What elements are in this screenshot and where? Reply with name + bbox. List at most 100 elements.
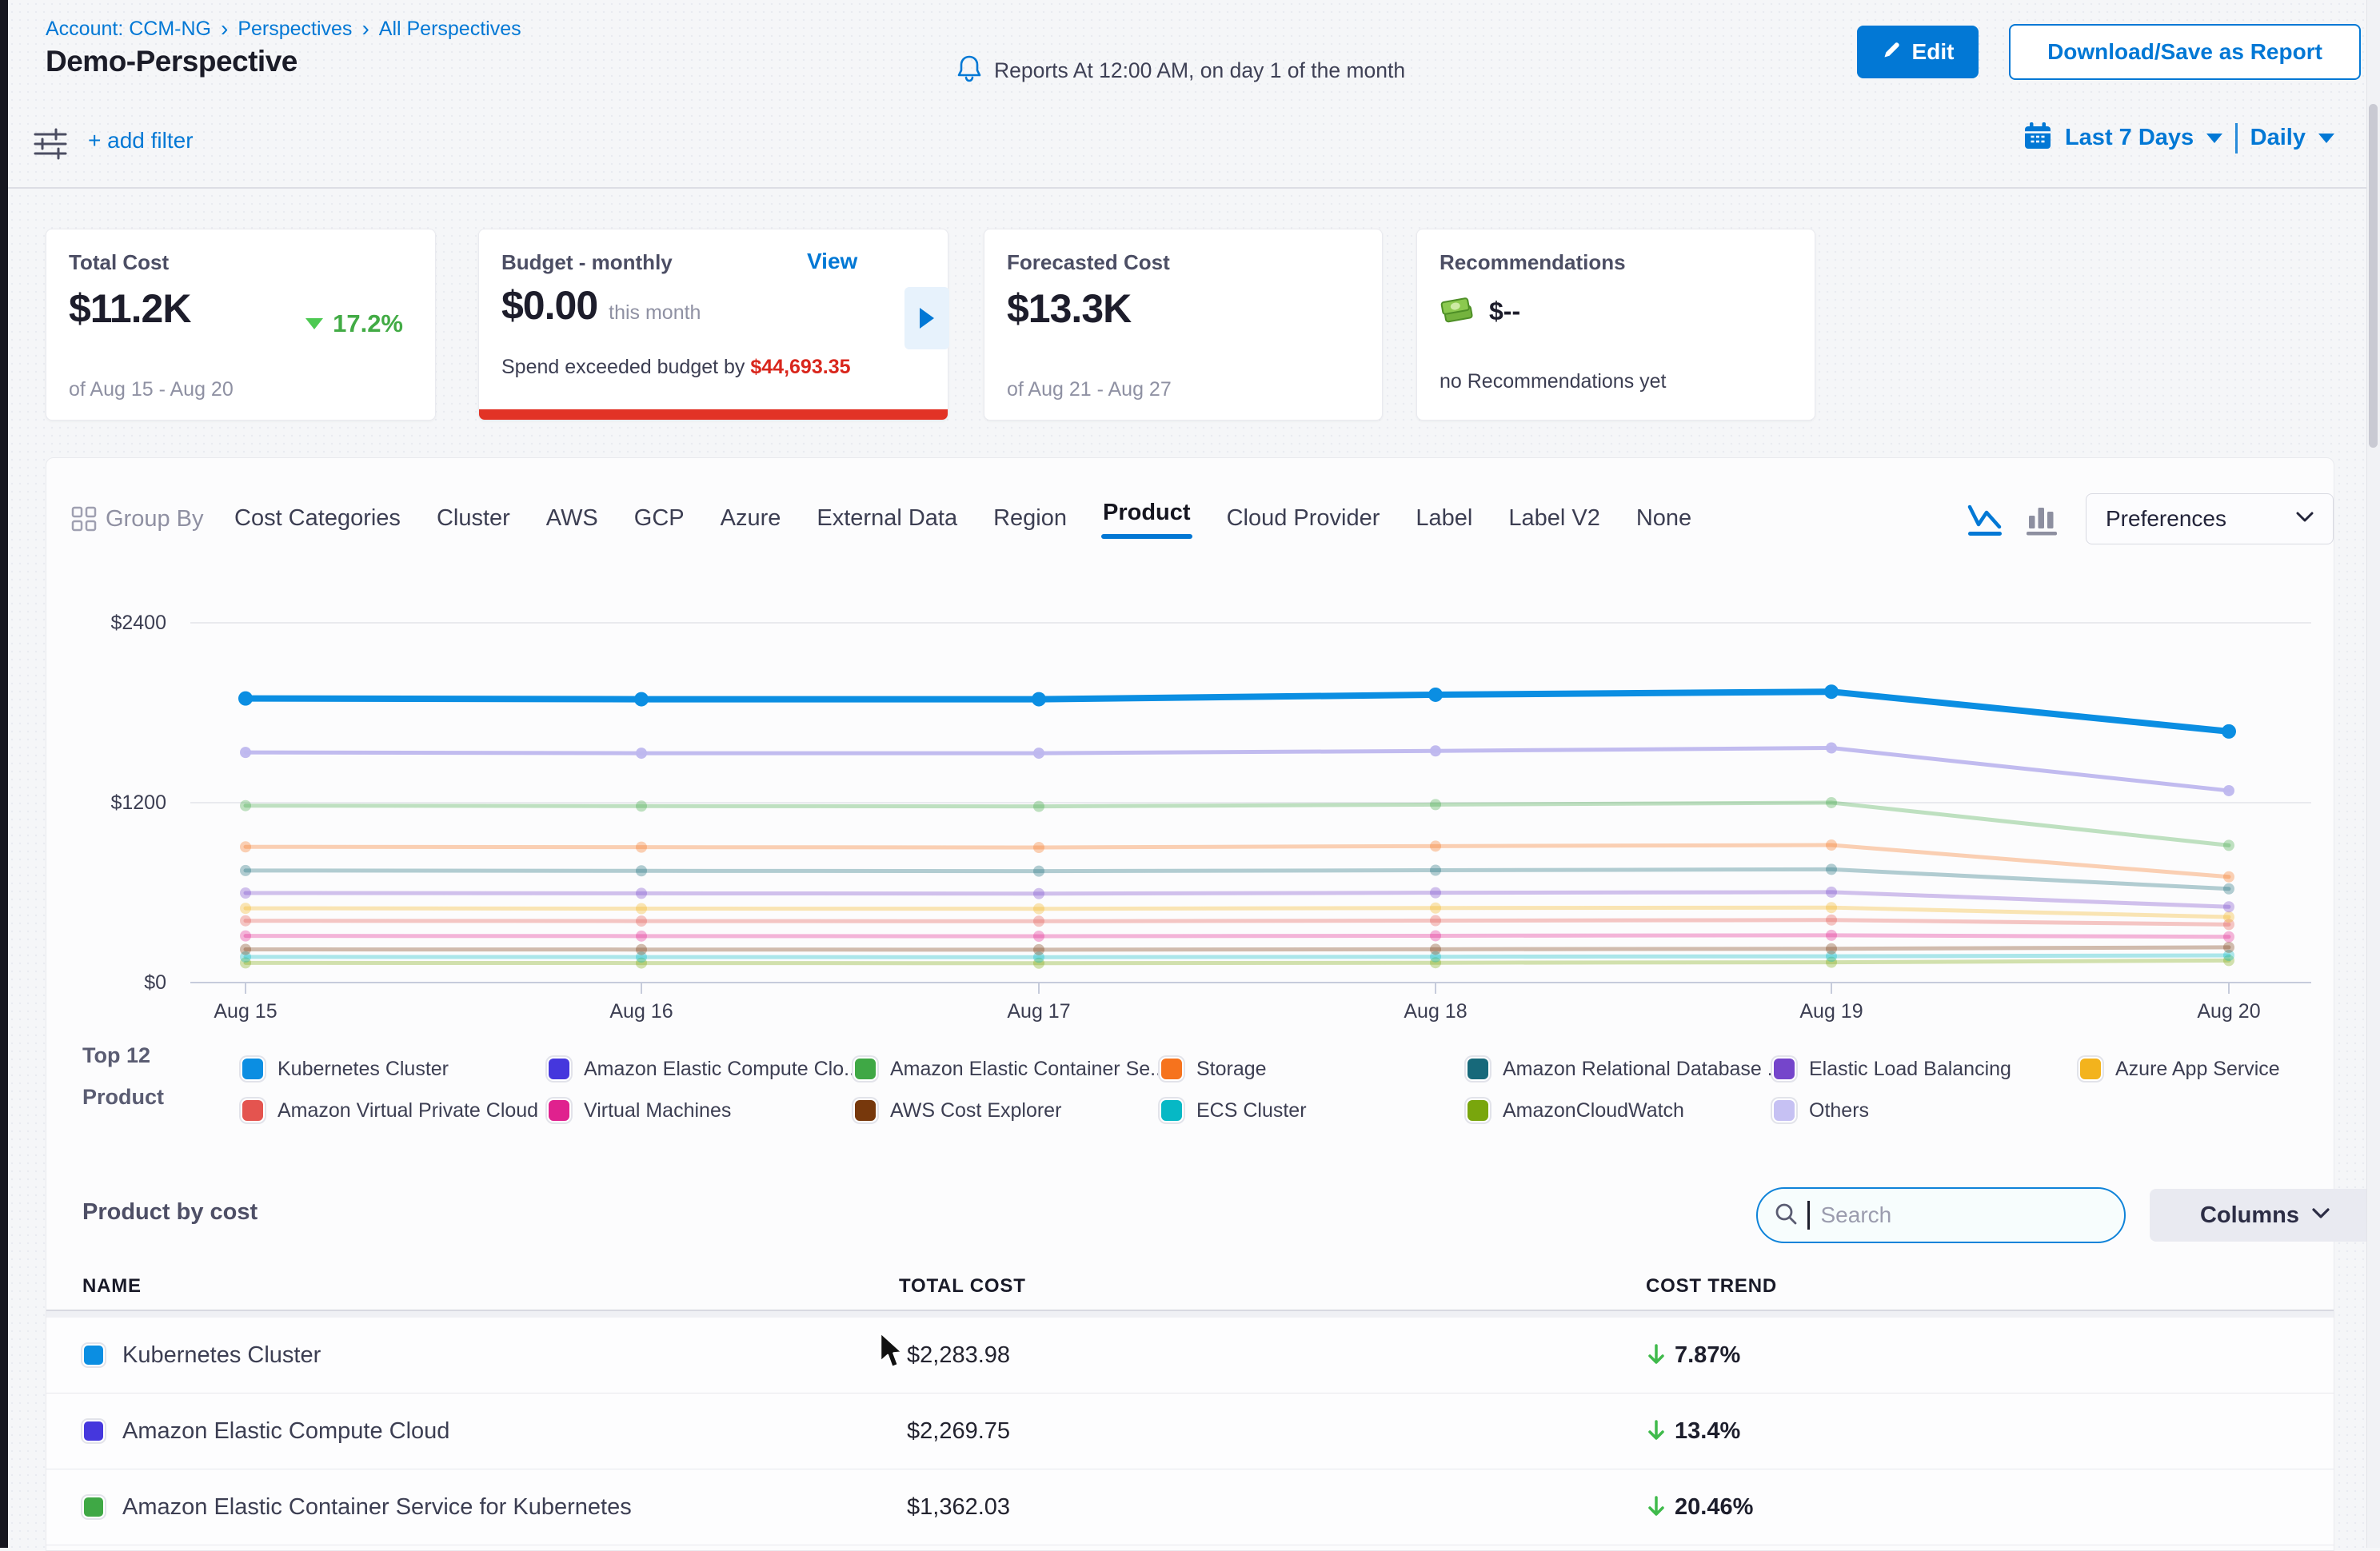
budget-exceeded-text: Spend exceeded budget by $44,693.35 <box>501 356 851 379</box>
chart-point-others <box>240 747 251 758</box>
chart-point-kubernetes-cluster <box>634 692 649 707</box>
total-cost-value: $11.2K <box>69 285 190 332</box>
search-box[interactable] <box>1756 1187 2126 1243</box>
x-axis-line <box>190 982 2311 983</box>
budget-progress-bar <box>479 409 948 420</box>
legend-item-storage[interactable]: Storage <box>1160 1051 1466 1086</box>
preferences-button[interactable]: Preferences <box>2086 493 2334 544</box>
legend-item-azure-app-service[interactable]: Azure App Service <box>2079 1051 2380 1086</box>
tab-region[interactable]: Region <box>993 505 1067 532</box>
legend-item-amazon-virtual-private-cloud[interactable]: Amazon Virtual Private Cloud <box>241 1093 547 1128</box>
tab-label-v2[interactable]: Label V2 <box>1508 505 1600 532</box>
bell-icon <box>956 54 982 87</box>
tab-cluster[interactable]: Cluster <box>437 505 510 532</box>
legend-title: Product <box>82 1085 164 1110</box>
chart-point-amazon-elastic-container-se <box>1430 799 1441 810</box>
breadcrumb-account[interactable]: Account: CCM-NG <box>46 18 211 41</box>
total-cost-period: of Aug 15 - Aug 20 <box>69 378 234 401</box>
legend-color-chip <box>241 1098 265 1122</box>
column-header-name[interactable]: NAME <box>82 1275 142 1298</box>
triangle-down-icon <box>305 318 323 329</box>
legend-item-label: ECS Cluster <box>1196 1099 1307 1122</box>
chevron-down-icon[interactable] <box>2318 134 2334 143</box>
chart-point-kubernetes-cluster <box>1428 688 1443 702</box>
chart-line-amazon-elastic-container-se <box>246 803 2229 845</box>
chart-point-aws-cost-explorer <box>636 944 647 955</box>
date-range-select[interactable]: Last 7 Days <box>2065 125 2194 151</box>
legend-item-amazon-relational-database[interactable]: Amazon Relational Database ... <box>1466 1051 1772 1086</box>
columns-button[interactable]: Columns <box>2150 1189 2380 1242</box>
chart-point-amazon-virtual-private-cloud <box>240 915 251 927</box>
chart-point-amazon-relational-database <box>2223 883 2234 895</box>
tab-cloud-provider[interactable]: Cloud Provider <box>1227 505 1380 532</box>
legend-item-others[interactable]: Others <box>1772 1093 2079 1128</box>
chart-point-virtual-machines <box>636 931 647 942</box>
table-row-amazon-elastic-container-service-for-kubernetes[interactable]: Amazon Elastic Container Service for Kub… <box>46 1469 2334 1545</box>
scrollbar-thumb[interactable] <box>2369 104 2378 448</box>
chart-point-virtual-machines <box>1033 931 1044 942</box>
chart-point-aws-cost-explorer <box>1033 944 1044 955</box>
divider <box>2235 123 2238 154</box>
tab-cost-categories[interactable]: Cost Categories <box>234 505 401 532</box>
column-header-cost-trend[interactable]: COST TREND <box>1646 1275 1777 1298</box>
breadcrumb-perspectives[interactable]: Perspectives <box>238 18 352 41</box>
granularity-select[interactable]: Daily <box>2250 125 2306 151</box>
chart-point-azure-app-service <box>1826 902 1837 913</box>
scrollbar[interactable] <box>2366 0 2380 1548</box>
edit-button[interactable]: Edit <box>1857 26 1979 78</box>
legend-item-amazon-elastic-compute-clo[interactable]: Amazon Elastic Compute Clo... <box>547 1051 853 1086</box>
chart-line-amazoncloudwatch <box>246 960 2229 963</box>
tab-product[interactable]: Product <box>1103 500 1191 526</box>
tab-label[interactable]: Label <box>1416 505 1472 532</box>
row-color-chip <box>82 1420 105 1442</box>
chart-point-virtual-machines <box>240 931 251 942</box>
forecasted-cost-label: Forecasted Cost <box>1007 250 1170 275</box>
legend-item-kubernetes-cluster[interactable]: Kubernetes Cluster <box>241 1051 547 1086</box>
axis-tick <box>1435 983 1436 994</box>
legend-item-amazon-elastic-container-se[interactable]: Amazon Elastic Container Se... <box>853 1051 1160 1086</box>
x-axis-label: Aug 16 <box>577 1000 705 1023</box>
legend-color-chip <box>1160 1057 1184 1081</box>
tab-none[interactable]: None <box>1636 505 1691 532</box>
tab-external-data[interactable]: External Data <box>817 505 957 532</box>
breadcrumb-all-perspectives[interactable]: All Perspectives <box>379 18 521 41</box>
budget-view-link[interactable]: View <box>807 249 857 274</box>
chart-point-amazon-relational-database <box>636 865 647 876</box>
divider <box>46 1311 2334 1318</box>
tab-aws[interactable]: AWS <box>546 505 598 532</box>
money-icon <box>1440 292 1476 331</box>
legend-item-amazoncloudwatch[interactable]: AmazonCloudWatch <box>1466 1093 1772 1128</box>
chart-point-virtual-machines <box>1826 930 1837 941</box>
chevron-down-icon[interactable] <box>2206 134 2222 143</box>
budget-label: Budget - monthly <box>501 250 673 275</box>
bar-chart-mode-icon[interactable] <box>2025 500 2059 540</box>
line-chart-mode-icon[interactable] <box>1966 500 2004 540</box>
add-filter-button[interactable]: + add filter <box>88 128 194 154</box>
legend-item-aws-cost-explorer[interactable]: AWS Cost Explorer <box>853 1093 1160 1128</box>
tab-azure[interactable]: Azure <box>721 505 781 532</box>
legend-item-ecs-cluster[interactable]: ECS Cluster <box>1160 1093 1466 1128</box>
table-row-kubernetes-cluster[interactable]: Kubernetes Cluster$2,283.987.87% <box>46 1318 2334 1394</box>
chart-point-others <box>1430 745 1441 756</box>
download-save-report-button[interactable]: Download/Save as Report <box>2009 24 2361 80</box>
search-input[interactable] <box>1821 1202 2109 1228</box>
tab-gcp[interactable]: GCP <box>634 505 685 532</box>
budget-value: $0.00 <box>501 282 597 329</box>
recommendations-card: Recommendations $-- no Recommendations y… <box>1416 229 1815 421</box>
forecasted-cost-card: Forecasted Cost $13.3K of Aug 21 - Aug 2… <box>984 229 1383 421</box>
chart-point-amazoncloudwatch <box>2223 955 2234 966</box>
column-header-total-cost[interactable]: TOTAL COST <box>899 1275 1026 1298</box>
chart-line-amazon-virtual-private-cloud <box>246 920 2229 925</box>
table-row-amazon-elastic-compute-cloud[interactable]: Amazon Elastic Compute Cloud$2,269.7513.… <box>46 1394 2334 1469</box>
budget-card: Budget - monthly View $0.00 this month S… <box>478 229 948 421</box>
legend-color-chip <box>853 1057 877 1081</box>
filter-sliders-icon[interactable] <box>32 127 69 165</box>
reports-schedule[interactable]: Reports At 12:00 AM, on day 1 of the mon… <box>956 54 1405 87</box>
row-name: Amazon Elastic Container Service for Kub… <box>122 1494 632 1521</box>
chart-point-elastic-load-balancing <box>1430 887 1441 899</box>
budget-expand-button[interactable] <box>904 287 949 349</box>
legend-item-virtual-machines[interactable]: Virtual Machines <box>547 1093 853 1128</box>
collapsed-nav-rail[interactable] <box>0 0 8 1548</box>
legend-item-elastic-load-balancing[interactable]: Elastic Load Balancing <box>1772 1051 2079 1086</box>
trend-down-icon <box>1646 1343 1667 1367</box>
